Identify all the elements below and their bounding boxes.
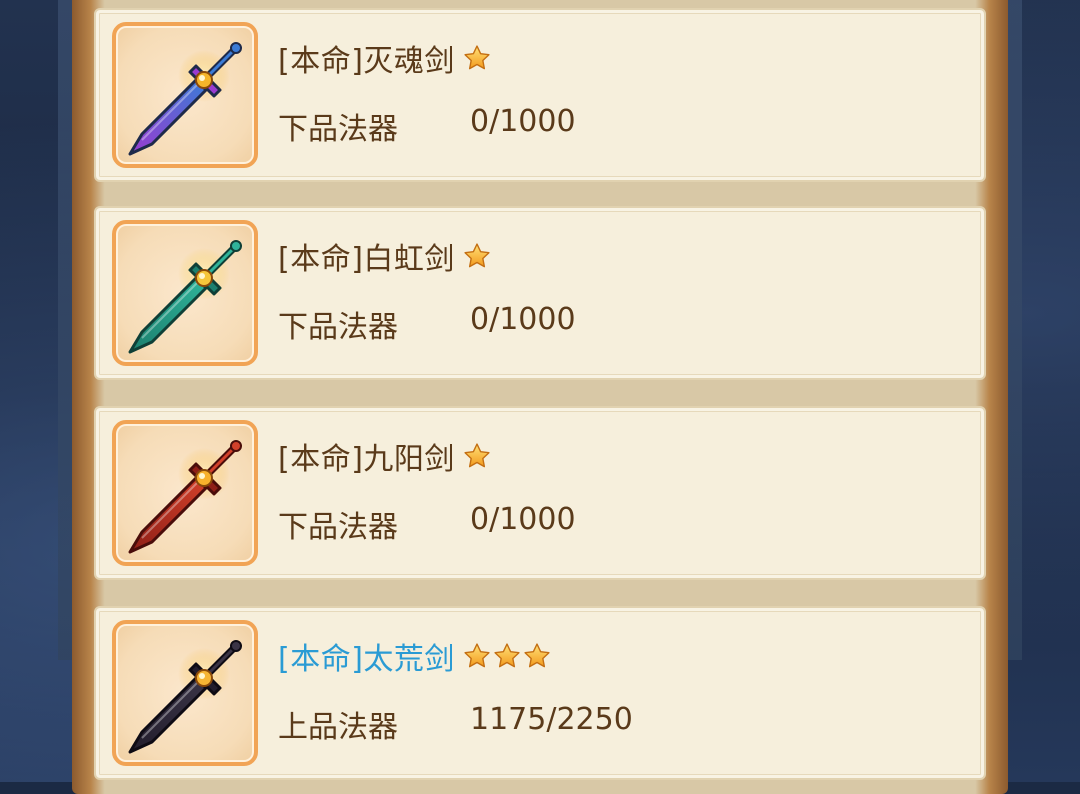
item-card[interactable]: [本命]太荒剑 上品法器 1175/2250: [94, 606, 986, 780]
item-progress: 0/1000: [470, 502, 576, 537]
item-card[interactable]: [本命]九阳剑 下品法器 0/1000: [94, 406, 986, 580]
item-progress: 1175/2250: [470, 702, 633, 737]
rainbow-sword-icon: [128, 42, 242, 156]
star-icon: [463, 242, 491, 270]
item-card[interactable]: [本命]灭魂剑 下品法器 0/1000: [94, 8, 986, 182]
star-icon: [493, 642, 521, 670]
item-icon-frame[interactable]: [112, 220, 258, 366]
item-grade: 下品法器: [278, 510, 398, 545]
item-icon-frame[interactable]: [112, 620, 258, 766]
item-grade: 上品法器: [278, 710, 398, 745]
item-icon-frame[interactable]: [112, 420, 258, 566]
star-rating: [463, 642, 551, 670]
star-rating: [463, 44, 491, 72]
jade-sword-icon: [128, 240, 242, 354]
item-progress: 0/1000: [470, 302, 576, 337]
item-grade: 下品法器: [278, 112, 398, 147]
item-name: [本命]灭魂剑: [278, 44, 455, 79]
item-name: [本命]太荒剑: [278, 642, 455, 677]
dark-sword-icon: [128, 640, 242, 754]
treasure-list[interactable]: [本命]灭魂剑 下品法器 0/1000 [本命]白虹剑 下品法器 0/1000 …: [0, 0, 1080, 782]
star-rating: [463, 442, 491, 470]
item-grade: 下品法器: [278, 310, 398, 345]
item-name: [本命]九阳剑: [278, 442, 455, 477]
item-name: [本命]白虹剑: [278, 242, 455, 277]
item-card[interactable]: [本命]白虹剑 下品法器 0/1000: [94, 206, 986, 380]
star-icon: [523, 642, 551, 670]
item-progress: 0/1000: [470, 104, 576, 139]
item-icon-frame[interactable]: [112, 22, 258, 168]
flame-sword-icon: [128, 440, 242, 554]
star-icon: [463, 642, 491, 670]
star-rating: [463, 242, 491, 270]
star-icon: [463, 442, 491, 470]
star-icon: [463, 44, 491, 72]
